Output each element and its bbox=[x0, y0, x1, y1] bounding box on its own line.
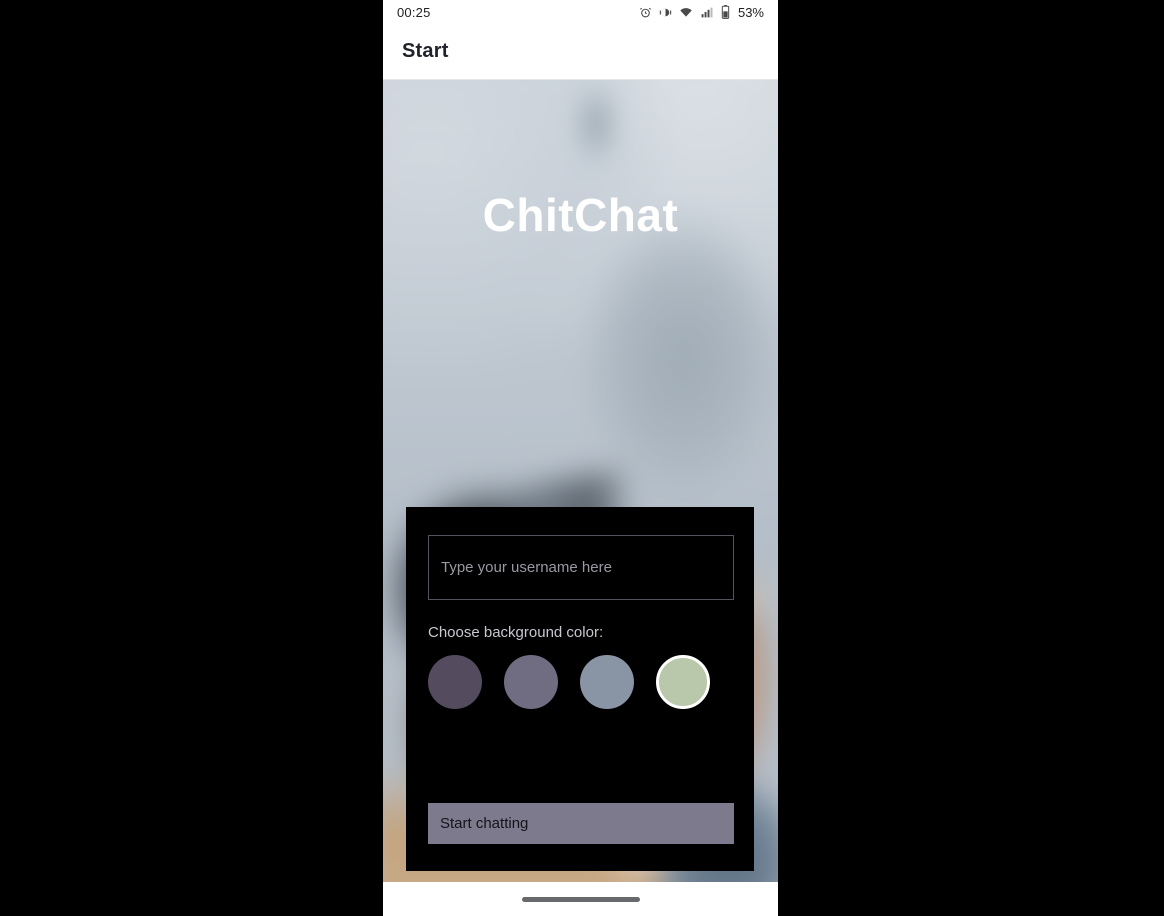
system-navigation-bar bbox=[383, 882, 778, 916]
app-name-title: ChitChat bbox=[482, 189, 679, 241]
photo-sliver-layer bbox=[576, 80, 617, 162]
color-swatch-blue-grey[interactable] bbox=[580, 655, 634, 709]
battery-percent-label: 53% bbox=[737, 4, 764, 20]
wifi-icon bbox=[679, 6, 693, 19]
username-input[interactable] bbox=[428, 535, 734, 600]
login-card: Choose background color: Start chatting bbox=[406, 507, 754, 871]
gesture-pill[interactable] bbox=[521, 896, 640, 902]
choose-color-label: Choose background color: bbox=[428, 624, 604, 641]
screenshot-stage: 00:25 53% Start ChitChat Type your usern… bbox=[0, 0, 1164, 916]
status-bar: 00:25 53% bbox=[383, 0, 778, 24]
start-chatting-button[interactable]: Start chatting bbox=[428, 803, 734, 844]
battery-icon bbox=[721, 5, 730, 19]
status-icon-group: 53% bbox=[639, 5, 764, 20]
status-clock: 00:25 bbox=[397, 4, 431, 20]
background-photo: ChitChat Choose background color: Start … bbox=[383, 80, 778, 896]
alarm-icon bbox=[639, 6, 652, 19]
vibrate-icon bbox=[659, 6, 672, 19]
color-swatch-row bbox=[428, 655, 732, 709]
color-swatch-grey-purple[interactable] bbox=[504, 655, 558, 709]
color-swatch-dark-purple[interactable] bbox=[428, 655, 482, 709]
signal-icon bbox=[700, 6, 714, 19]
page-title: Start bbox=[402, 40, 449, 62]
phone-screen: 00:25 53% Start ChitChat Type your usern… bbox=[383, 0, 778, 916]
app-bar: Start bbox=[383, 24, 778, 80]
color-swatch-sage-green[interactable] bbox=[656, 655, 710, 709]
